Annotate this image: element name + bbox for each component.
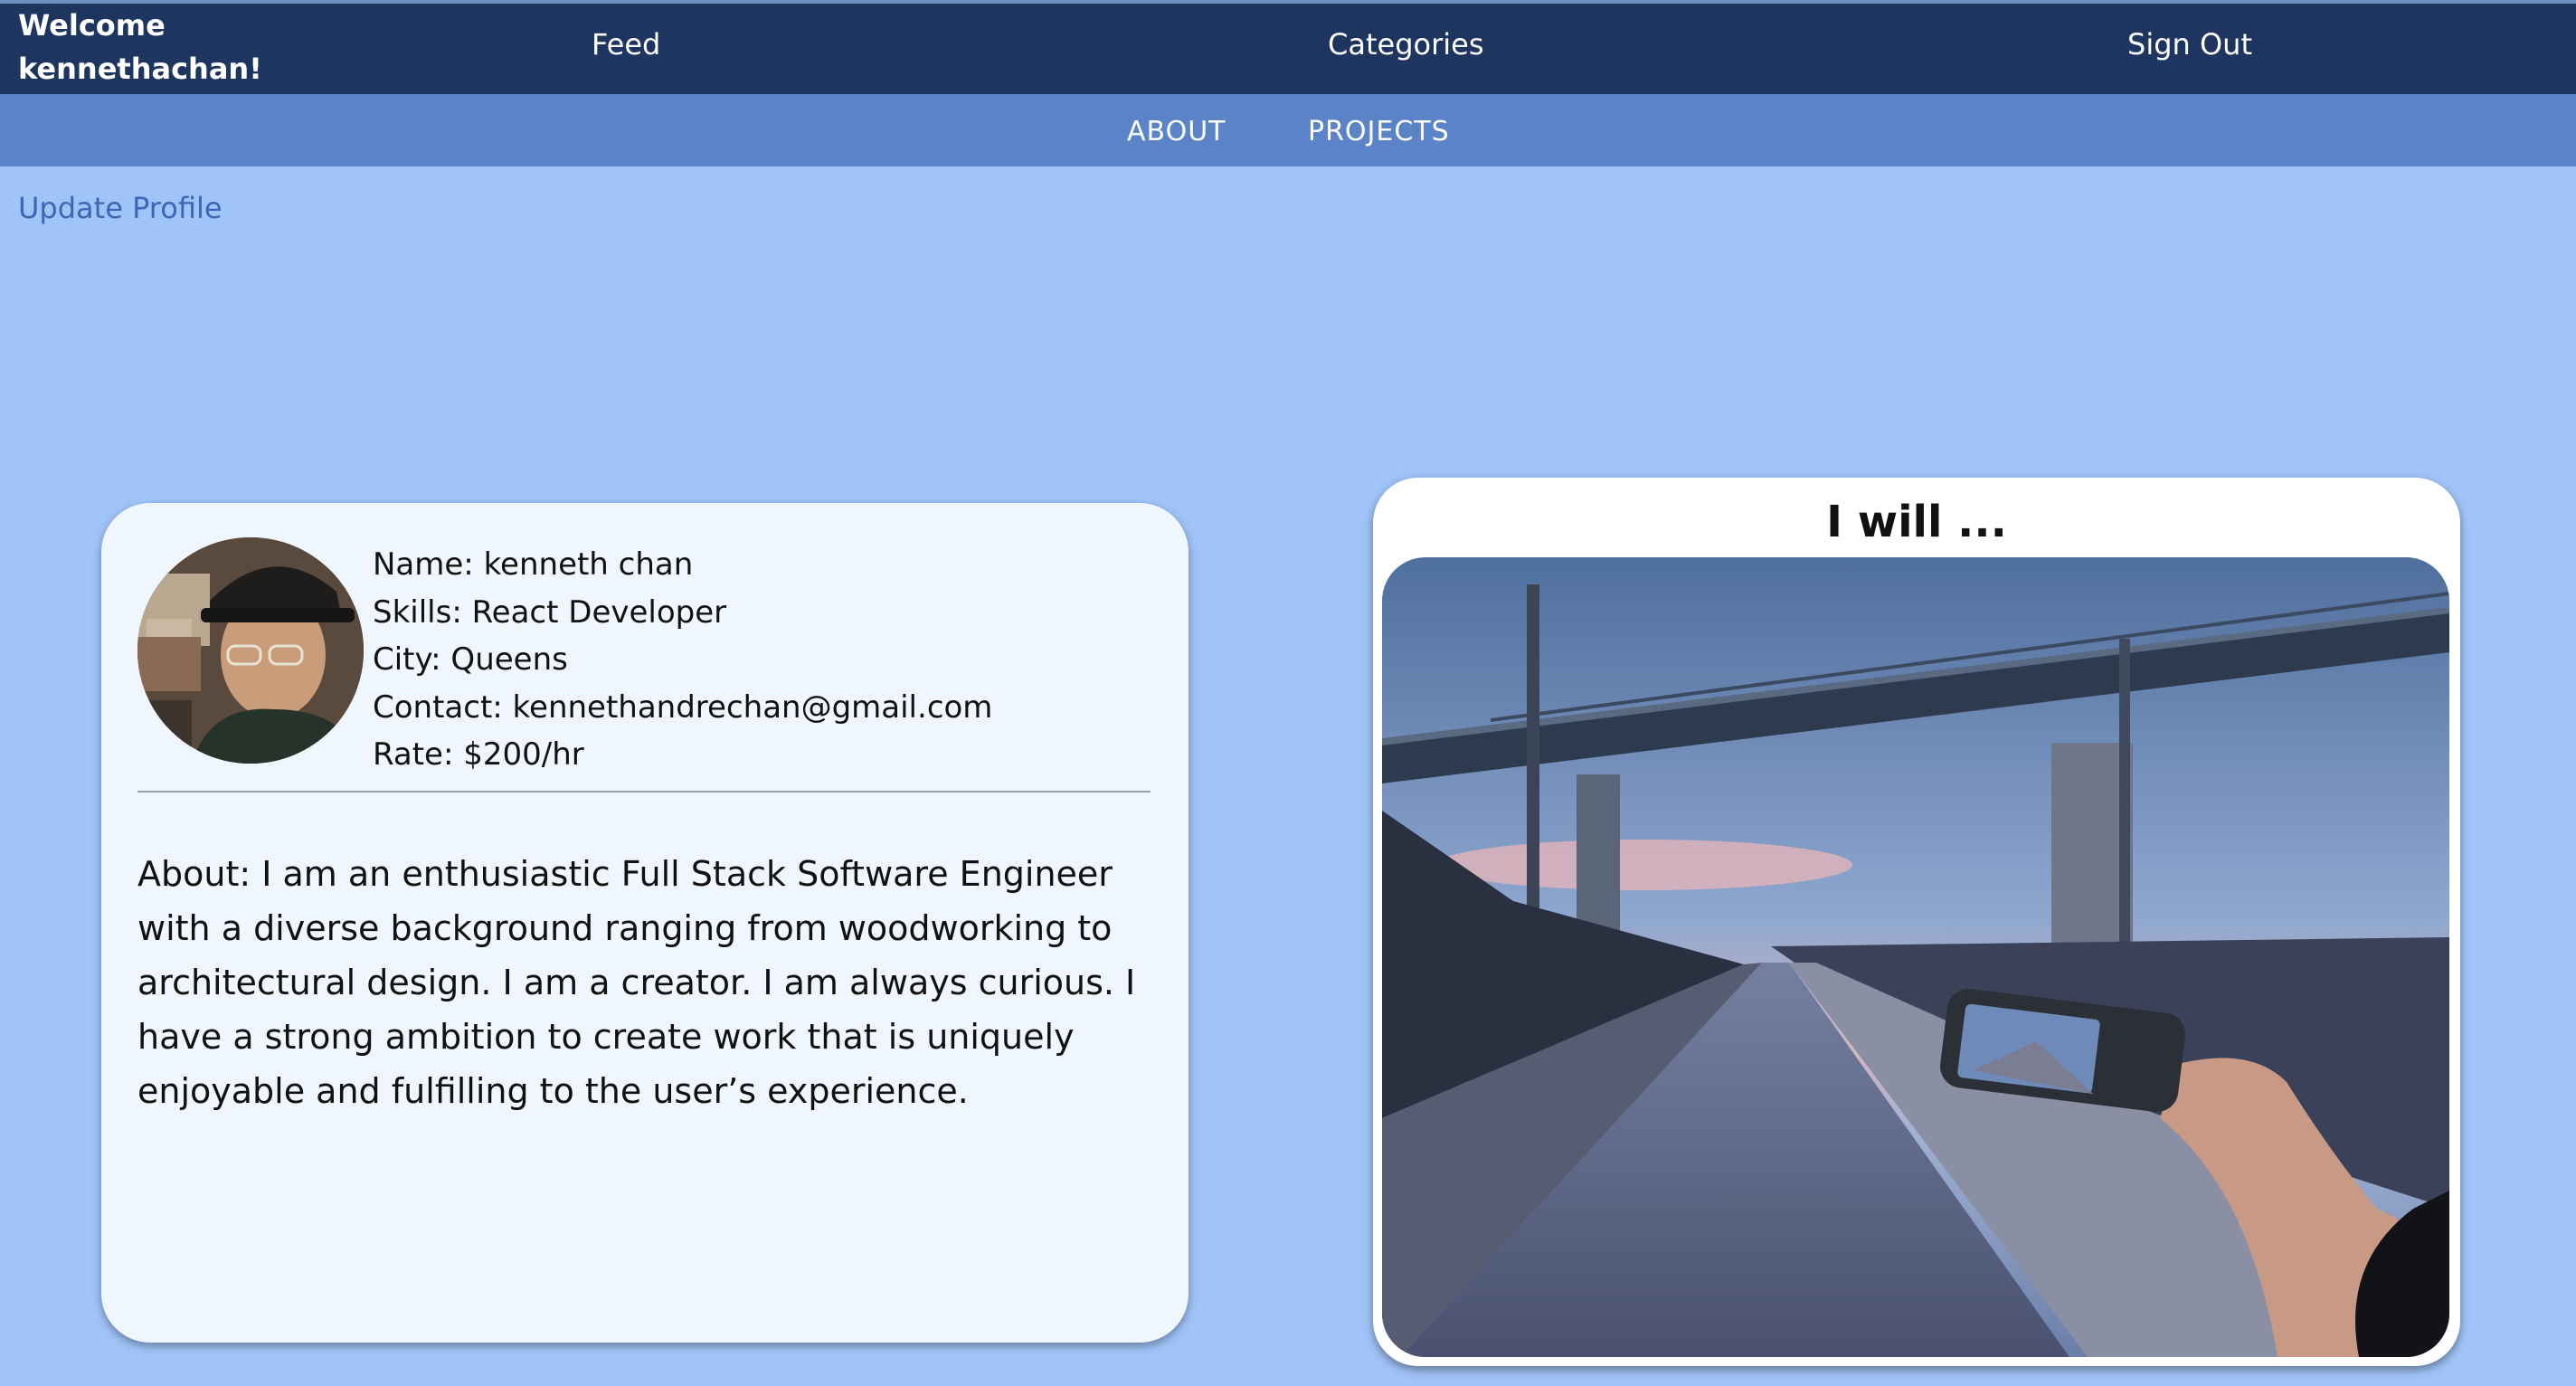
promo-title: I will ... (1826, 497, 2007, 547)
profile-skills: Skills: React Developer (373, 593, 727, 631)
nav-sign-out-link[interactable]: Sign Out (2127, 24, 2252, 65)
welcome-message: Welcome kennethachan! (18, 4, 289, 90)
welcome-username: kennethachan! (18, 52, 262, 86)
bridge-road-photo (1382, 557, 2449, 1357)
promo-photo (1382, 557, 2449, 1357)
top-nav-bar: Welcome kennethachan! Feed Categories Si… (0, 0, 2576, 94)
tab-about[interactable]: ABOUT (1127, 114, 1226, 150)
nav-categories-link[interactable]: Categories (1328, 24, 1483, 65)
avatar-photo (137, 537, 364, 764)
profile-info: Name: kenneth chan Skills: React Develop… (373, 541, 992, 779)
profile-rate: Rate: $200/hr (373, 736, 584, 773)
avatar (137, 537, 364, 764)
welcome-line-1: Welcome (18, 8, 166, 43)
tab-projects[interactable]: PROJECTS (1308, 114, 1450, 150)
profile-city: City: Queens (373, 641, 568, 678)
profile-contact: Contact: kennethandrechan@gmail.com (373, 688, 993, 726)
update-profile-link[interactable]: Update Profile (18, 188, 223, 228)
sub-nav-bar: ABOUT PROJECTS (0, 94, 2576, 166)
nav-feed-link[interactable]: Feed (592, 24, 660, 65)
profile-about: About: I am an enthusiastic Full Stack S… (137, 854, 1136, 1111)
promo-card: I will ... (1373, 478, 2460, 1366)
profile-name: Name: kenneth chan (373, 546, 694, 583)
divider (137, 791, 1151, 793)
profile-card: Name: kenneth chan Skills: React Develop… (101, 503, 1189, 1343)
